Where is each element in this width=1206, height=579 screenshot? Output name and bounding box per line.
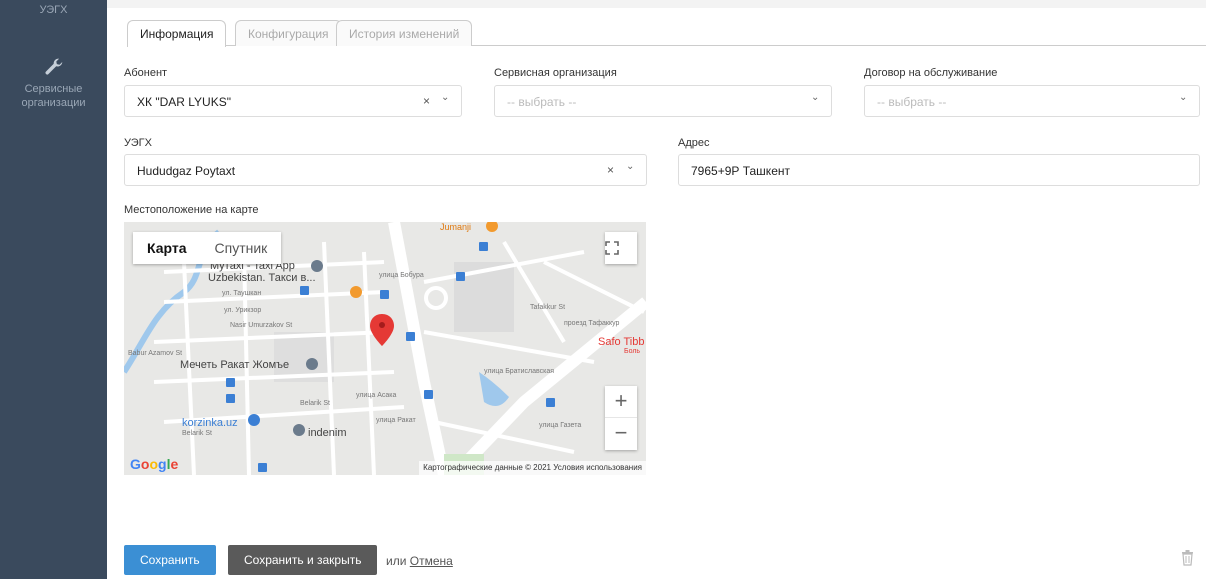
chevron-down-icon[interactable]: ⌄ [1179, 92, 1187, 103]
contract-select[interactable]: -- выбрать -- ⌄ [864, 85, 1200, 117]
map[interactable]: Мyтaxi - Taxi App Uzbekistan. Такси в...… [124, 222, 646, 475]
subscriber-label: Абонент [124, 67, 168, 79]
service-org-select[interactable]: -- выбрать -- ⌄ [494, 85, 832, 117]
tab-bar: Информация Конфигурация История изменени… [127, 20, 1206, 47]
chevron-down-icon[interactable]: ⌄ [626, 161, 634, 172]
map-place-label: indenim [308, 427, 347, 439]
save-button[interactable]: Сохранить [124, 545, 216, 575]
or-label: или [386, 554, 407, 568]
map-location-label: Местоположение на карте [124, 204, 259, 216]
or-cancel-text: или Отмена [386, 554, 453, 568]
map-street-label: улица Газета [539, 422, 582, 429]
clear-icon[interactable]: × [607, 163, 614, 177]
clear-icon[interactable]: × [423, 94, 430, 108]
sidebar-item-label: организации [21, 97, 86, 109]
service-org-label: Сервисная организация [494, 67, 617, 79]
save-and-close-button[interactable]: Сохранить и закрыть [228, 545, 378, 575]
zoom-out-button[interactable]: − [605, 418, 637, 450]
map-place-label: korzinka.uz [182, 417, 238, 429]
chevron-down-icon[interactable]: ⌄ [441, 92, 449, 103]
map-street-label: Belarik St [182, 430, 212, 437]
map-street-label: Tafakkur St [530, 304, 566, 311]
address-input[interactable]: 7965+9Р Ташкент [678, 154, 1200, 186]
map-attribution[interactable]: Картографические данные © 2021 Условия и… [419, 461, 646, 475]
sidebar-item-label: Сервисные [24, 83, 83, 95]
sidebar-item-uegh[interactable]: УЭГХ [0, 4, 107, 16]
map-street-label: ул. Таушкан [222, 290, 262, 297]
map-street-label: Nasir Umurzakov St [230, 322, 293, 329]
google-logo: Google [130, 456, 179, 472]
address-label: Адрес [678, 137, 710, 149]
contract-label: Договор на обслуживание [864, 67, 998, 79]
zoom-control: + − [605, 386, 637, 450]
map-place-label: Мечеть Ракат Жомъе [180, 359, 290, 371]
tab-configuration[interactable]: Конфигурация [235, 20, 342, 46]
map-street-label: улица Ракат [376, 417, 416, 424]
tab-info[interactable]: Информация [127, 20, 227, 47]
fullscreen-icon [605, 241, 619, 255]
fullscreen-button[interactable] [605, 232, 637, 264]
map-street-label: ул. Урикзор [224, 307, 262, 314]
chevron-down-icon[interactable]: ⌄ [811, 92, 819, 103]
trash-icon [1182, 550, 1193, 566]
uegh-label: УЭГХ [124, 137, 152, 149]
main-content: Информация Конфигурация История изменени… [107, 8, 1206, 579]
sidebar: УЭГХ Сервисные организации [0, 0, 107, 579]
uegh-value: Hududgaz Poytaxt [137, 164, 236, 178]
map-street-label: улица Асака [356, 392, 397, 399]
map-place-label: Uzbekistan. Такси в... [208, 272, 316, 284]
map-street-label: улица Братиславская [484, 368, 555, 375]
subscriber-select[interactable]: ХК "DAR LYUKS" × ⌄ [124, 85, 462, 117]
tab-history[interactable]: История изменений [336, 20, 473, 46]
service-org-placeholder: -- выбрать -- [507, 95, 577, 109]
map-street-label: улица Бобура [379, 272, 424, 279]
cancel-link[interactable]: Отмена [410, 554, 453, 568]
subscriber-value: ХК "DAR LYUKS" [137, 95, 231, 109]
address-value: 7965+9Р Ташкент [691, 164, 790, 178]
delete-button[interactable] [1181, 549, 1194, 569]
map-place-label: Боль [624, 348, 641, 355]
map-street-label: Babur Azamov St [128, 350, 183, 357]
map-street-label: Belarik St [300, 400, 330, 407]
uegh-select[interactable]: Hududgaz Poytaxt × ⌄ [124, 154, 647, 186]
map-place-label: Safo Tibb [598, 336, 645, 348]
map-type-switcher: Карта Спутник [133, 232, 282, 264]
sidebar-item-service-orgs[interactable]: Сервисные организации [0, 56, 107, 110]
contract-placeholder: -- выбрать -- [877, 95, 947, 109]
map-street-label: проезд Тафаккур [564, 320, 620, 327]
map-type-map-button[interactable]: Карта [133, 232, 201, 264]
map-place-label: Jumanji [440, 222, 472, 232]
wrench-icon [45, 58, 62, 75]
map-type-satellite-button[interactable]: Спутник [201, 232, 282, 264]
zoom-in-button[interactable]: + [605, 386, 637, 418]
